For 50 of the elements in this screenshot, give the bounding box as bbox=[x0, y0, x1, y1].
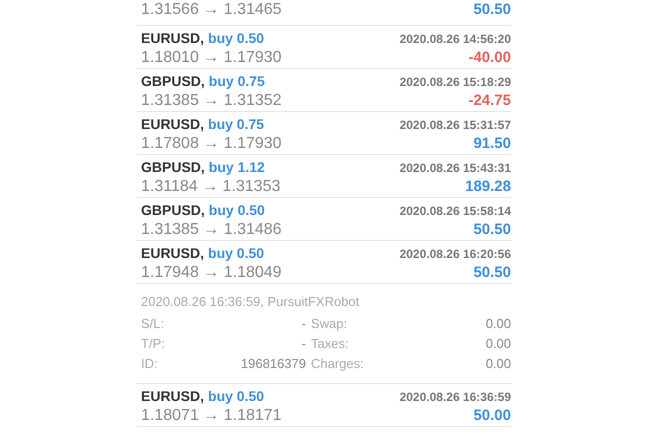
profit-value: -40.00 bbox=[468, 48, 511, 68]
field-value: 0.00 bbox=[484, 355, 511, 374]
trade-time: 2020.08.26 16:20:56 bbox=[400, 246, 511, 262]
trade-side-label: buy 0.75 bbox=[208, 72, 265, 91]
trade-time: 2020.08.26 15:43:31 bbox=[400, 160, 511, 176]
symbol-label: EURUSD, bbox=[141, 115, 204, 134]
profit-value: 50.00 bbox=[473, 406, 511, 426]
profit-value: -24.75 bbox=[468, 90, 511, 111]
trade-time: 2020.08.26 15:31:57 bbox=[400, 116, 511, 134]
symbol-label: GBPUSD, bbox=[141, 72, 205, 91]
field-label: S/L: bbox=[141, 315, 166, 334]
profit-value: 50.50 bbox=[473, 0, 511, 20]
price-range: 1.18010 → 1.17930 bbox=[141, 48, 282, 68]
trade-time: 2020.08.26 16:36:59 bbox=[400, 388, 511, 406]
trade-side-label: buy 0.50 bbox=[208, 201, 265, 220]
field-label: Charges: bbox=[311, 355, 365, 374]
field-label: Taxes: bbox=[311, 335, 350, 354]
trade-time: 2020.08.26 14:56:20 bbox=[400, 30, 511, 48]
price-range: 1.17948 → 1.18049 bbox=[141, 263, 282, 283]
trade-time: 2020.08.26 15:18:29 bbox=[400, 74, 511, 90]
symbol-label: GBPUSD, bbox=[141, 201, 205, 220]
field-value: 0.00 bbox=[484, 315, 511, 334]
profit-value: 189.28 bbox=[465, 176, 511, 197]
profit-value: 50.50 bbox=[473, 262, 511, 283]
symbol-label: EURUSD, bbox=[141, 387, 204, 406]
field-label: T/P: bbox=[141, 335, 166, 354]
trade-side-label: buy 1.12 bbox=[208, 158, 265, 177]
field-label: Swap: bbox=[311, 315, 348, 334]
field-value: - bbox=[300, 335, 307, 354]
field-value: 196816379 bbox=[240, 355, 307, 374]
trade-side-label: buy 0.50 bbox=[208, 29, 264, 48]
profit-value: 91.50 bbox=[473, 134, 511, 154]
trade-time: 2020.08.26 15:58:14 bbox=[400, 202, 511, 220]
trade-side-label: buy 0.50 bbox=[208, 244, 264, 263]
price-range: 1.18071 → 1.18171 bbox=[141, 406, 282, 426]
symbol-label: EURUSD, bbox=[141, 244, 204, 263]
price-range: 1.31385 → 1.31486 bbox=[141, 220, 282, 240]
trade-side-label: buy 0.75 bbox=[208, 115, 264, 134]
price-range: 1.17808 → 1.17930 bbox=[141, 134, 282, 154]
field-value: 0.00 bbox=[484, 335, 511, 354]
field-label: ID: bbox=[141, 355, 159, 374]
price-range: 1.31385 → 1.31352 bbox=[141, 91, 282, 111]
field-value: - bbox=[300, 315, 307, 334]
price-range: 1.31184 → 1.31353 bbox=[141, 177, 280, 197]
trade-side-label: buy 0.50 bbox=[208, 387, 264, 406]
price-range: 1.31566 → 1.31465 bbox=[141, 0, 282, 20]
symbol-label: EURUSD, bbox=[141, 29, 204, 48]
open-info: 2020.08.26 16:36:59, PursuitFXRobot bbox=[141, 293, 360, 311]
symbol-label: GBPUSD, bbox=[141, 158, 205, 177]
profit-value: 50.50 bbox=[473, 220, 511, 240]
